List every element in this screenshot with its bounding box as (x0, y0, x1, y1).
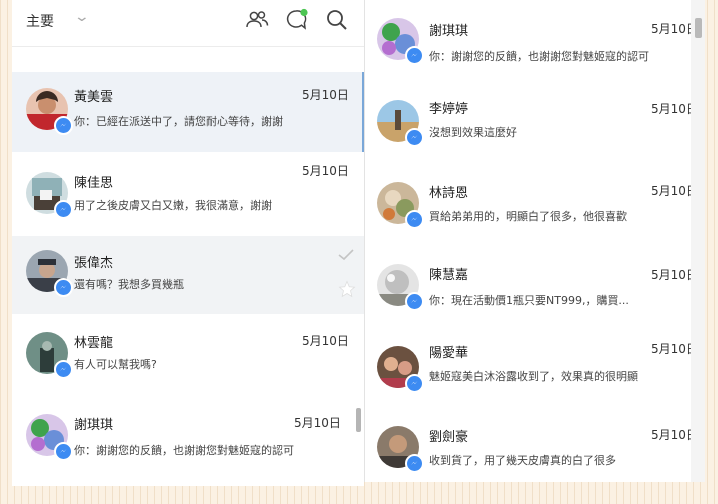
message-preview: 買給弟弟用的，明顯白了很多，他很喜歡 (429, 210, 627, 223)
contact-name: 張偉杰 (74, 256, 114, 271)
inbox-toolbar: 主要 ⌄ (12, 0, 364, 42)
check-icon[interactable] (338, 246, 354, 265)
message-preview: 你：謝謝您的反饋，也謝謝您對魅姬寇的認可 (429, 50, 649, 63)
conversation-row-r2[interactable]: 林詩恩 5月10日 買給弟弟用的，明顯白了很多，他很喜歡 (365, 164, 698, 244)
messenger-icon (54, 278, 73, 297)
conversation-row-1[interactable]: 陳佳思 5月10日 用了之後皮膚又白又嫩，我很滿意，謝謝 (12, 154, 364, 234)
message-preview: 你：現在活動價1瓶只要NT999,，購買... (429, 294, 629, 307)
chevron-down-icon[interactable]: ⌄ (74, 9, 90, 25)
scrollbar-thumb[interactable] (695, 18, 702, 38)
message-preview: 收到貨了，用了幾天皮膚真的白了很多 (429, 454, 616, 467)
conversation-row-4[interactable]: 謝琪琪 5月10日 你：謝謝您的反饋，也謝謝您對魅姬寇的認可 (12, 398, 364, 480)
avatar[interactable] (377, 18, 424, 65)
avatar[interactable] (26, 250, 73, 297)
toolbar-divider (12, 46, 364, 47)
messenger-icon (54, 360, 73, 379)
messenger-icon (54, 442, 73, 461)
message-preview: 沒想到效果這麼好 (429, 126, 517, 139)
conversation-row-3[interactable]: 林雲龍 5月10日 有人可以幫我嗎? (12, 316, 364, 396)
message-preview: 用了之後皮膚又白又嫩，我很滿意，謝謝 (74, 199, 272, 212)
message-date: 5月10日 (294, 416, 341, 430)
message-preview: 你：謝謝您的反饋，也謝謝您對魅姬寇的認可 (74, 444, 294, 457)
star-icon[interactable] (338, 280, 356, 302)
contact-name: 陳慧嘉 (429, 268, 469, 283)
conversation-row-r1[interactable]: 李婷婷 5月10日 沒想到效果這麼好 (365, 82, 698, 162)
message-date: 5月10日 (302, 88, 349, 102)
message-preview: 有人可以幫我嗎? (74, 358, 157, 371)
message-preview: 你：已經在派送中了，請您耐心等待，謝謝 (74, 115, 283, 128)
avatar[interactable] (26, 414, 73, 461)
messenger-icon (405, 374, 424, 393)
folder-title[interactable]: 主要 (26, 11, 54, 31)
conversation-row-0[interactable]: 黃美雲 5月10日 你：已經在派送中了，請您耐心等待，謝謝 (12, 72, 364, 152)
avatar[interactable] (377, 346, 424, 393)
avatar[interactable] (377, 100, 424, 147)
messenger-icon (405, 292, 424, 311)
messenger-icon (54, 116, 73, 135)
avatar[interactable] (377, 426, 424, 473)
new-message-icon[interactable] (284, 7, 310, 33)
conversation-row-r3[interactable]: 陳慧嘉 5月10日 你：現在活動價1瓶只要NT999,，購買... (365, 246, 698, 326)
contact-name: 謝琪琪 (429, 24, 469, 39)
avatar[interactable] (26, 332, 73, 379)
conversation-row-r0[interactable]: 謝琪琪 5月10日 你：謝謝您的反饋，也謝謝您對魅姬寇的認可 (365, 0, 698, 80)
search-icon[interactable] (324, 7, 350, 33)
contact-name: 李婷婷 (429, 102, 469, 117)
contact-name: 謝琪琪 (74, 418, 114, 433)
avatar[interactable] (26, 172, 73, 219)
contact-name: 林詩恩 (429, 186, 469, 201)
contact-name: 陳佳思 (74, 176, 114, 191)
avatar[interactable] (26, 88, 73, 135)
people-icon[interactable] (244, 7, 270, 33)
contact-name: 黃美雲 (74, 90, 114, 105)
messenger-icon (54, 200, 73, 219)
message-date: 5月10日 (302, 334, 349, 348)
scrollbar-track[interactable] (691, 0, 705, 482)
contact-name: 劉劍豪 (429, 430, 469, 445)
messenger-icon (405, 128, 424, 147)
messenger-icon (405, 46, 424, 65)
message-preview: 還有嗎？我想多買幾瓶 (74, 278, 184, 291)
left-conversation-pane: 主要 ⌄ 黃美雲 5月10日 你：已經在派送中了，請您耐心等待，謝謝 陳佳思 5… (12, 0, 364, 486)
right-conversation-pane: 謝琪琪 5月10日 你：謝謝您的反饋，也謝謝您對魅姬寇的認可 李婷婷 5月10日… (364, 0, 705, 482)
messenger-icon (405, 210, 424, 229)
avatar[interactable] (377, 264, 424, 311)
message-preview: 魅姬寇美白沐浴露收到了，效果真的很明顯 (429, 370, 638, 383)
message-date: 5月10日 (302, 164, 349, 178)
contact-name: 林雲龍 (74, 336, 114, 351)
conversation-row-r4[interactable]: 陽愛華 5月10日 魅姬寇美白沐浴露收到了，效果真的很明顯 (365, 328, 698, 408)
conversation-row-r5[interactable]: 劉劍豪 5月10日 收到貨了，用了幾天皮膚真的白了很多 (365, 410, 698, 482)
contact-name: 陽愛華 (429, 346, 469, 361)
scrollbar-thumb[interactable] (356, 408, 361, 432)
messenger-icon (405, 454, 424, 473)
conversation-row-2[interactable]: 張偉杰 還有嗎？我想多買幾瓶 (12, 236, 364, 314)
avatar[interactable] (377, 182, 424, 229)
